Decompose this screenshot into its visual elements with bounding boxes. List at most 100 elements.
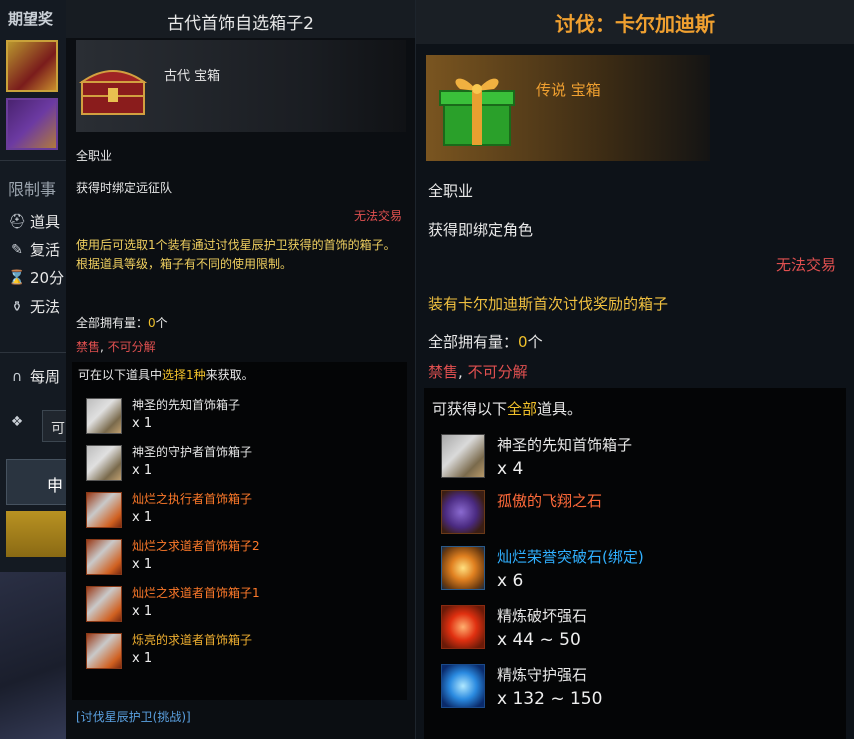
magnet-icon: ∩ (11, 368, 23, 385)
class-requirement: 全职业 (428, 182, 474, 200)
heading-highlight: 全部 (507, 400, 538, 418)
reward-slot-2[interactable] (6, 98, 58, 150)
item-quantity: x 44 ~ 50 (497, 630, 581, 650)
item-quantity: x 1 (132, 463, 153, 478)
list-item[interactable]: 神圣的先知首饰箱子 x 1 (86, 396, 396, 436)
list-item[interactable]: 神圣的守护者首饰箱子 x 1 (86, 443, 396, 483)
list-item[interactable]: 灿烂之求道者首饰箱子1 x 1 (86, 584, 396, 624)
item-banner: 古代 宝箱 (76, 40, 406, 132)
chest-icon (86, 445, 122, 481)
untradable-label: 无法交易 (775, 256, 836, 274)
item-quantity: x 4 (497, 459, 524, 479)
owned-number: 0 (518, 333, 528, 351)
list-item[interactable]: 灿烂荣誉突破石(绑定) x 6 (441, 546, 831, 596)
hourglass-icon: ⌛ (8, 269, 26, 286)
list-item[interactable]: 灿烂之执行者首饰箱子 x 1 (86, 490, 396, 530)
helmet-icon: ⛑ (8, 213, 26, 230)
item-name: 烁亮的求道者首饰箱子 (132, 633, 253, 647)
item-name: 精炼守护强石 (497, 666, 588, 684)
restriction-row-3: ⌛ 20分 (8, 267, 64, 288)
item-name: 孤傲的飞翔之石 (497, 492, 603, 510)
owned-number: 0 (148, 316, 156, 330)
description-line: 根据道具等级，箱子有不同的使用限制。 (76, 257, 293, 271)
item-name: 灿烂之执行者首饰箱子 (132, 492, 253, 506)
heading-text: 可获得以下 (432, 400, 508, 418)
apply-button[interactable]: 申 (6, 459, 70, 505)
list-item[interactable]: 灿烂之求道者首饰箱子2 x 1 (86, 537, 396, 577)
heading-text: 来获取。 (205, 368, 254, 382)
owned-count: 全部拥有量：0个 (76, 314, 168, 331)
item-quantity: x 1 (132, 604, 153, 619)
ban-separator: , (458, 363, 463, 381)
reward-list: 可获得以下全部道具。 神圣的先知首饰箱子 x 4 孤傲的飞翔之石 灿烂荣誉突破石… (424, 388, 846, 739)
list-item[interactable]: 烁亮的求道者首饰箱子 x 1 (86, 631, 396, 671)
restriction-row-2: ✎ 复活 (8, 239, 60, 260)
crystal-icon: ❖ (10, 414, 24, 430)
item-name: 灿烂荣誉突破石(绑定) (497, 548, 644, 566)
panel-title: 期望奖 (8, 10, 54, 28)
background-scenery (0, 572, 70, 739)
ban-disassemble: 不可分解 (467, 363, 528, 381)
restriction-label: 每周 (30, 368, 61, 386)
restriction-label: 无法 (30, 298, 61, 316)
item-quantity: x 132 ~ 150 (497, 689, 603, 709)
breakthrough-stone-icon (441, 546, 485, 590)
item-title: 古代首饰自选箱子2 (167, 14, 314, 34)
owned-unit: 个 (527, 333, 543, 351)
ban-disassemble: 不可分解 (107, 340, 156, 354)
divider (0, 352, 70, 353)
ban-separator: , (100, 340, 104, 354)
chest-icon (86, 633, 122, 669)
tooltip-header: 讨伐：卡尔加迪斯 (416, 0, 854, 44)
item-banner: 传说 宝箱 (426, 55, 710, 161)
owned-unit: 个 (155, 316, 168, 330)
divider (0, 160, 70, 161)
description-line: 使用后可选取1个装有通过讨伐星辰护卫获得的首饰的箱子。 (76, 238, 396, 252)
item-name: 神圣的先知首饰箱子 (132, 398, 241, 412)
item-quantity: x 1 (132, 510, 153, 525)
heading-highlight: 选择1种 (162, 368, 206, 382)
reward-list-heading: 可在以下道具中选择1种来获取。 (78, 366, 254, 383)
item-name: 灿烂之求道者首饰箱子2 (132, 539, 260, 553)
restriction-label: 道具 (30, 213, 61, 231)
restriction-row-5: ∩ 每周 (8, 366, 60, 387)
chest-icon (86, 492, 122, 528)
list-item[interactable]: 神圣的先知首饰箱子 x 4 (441, 434, 831, 484)
chest-icon (86, 539, 122, 575)
bind-info: 获得即绑定角色 (428, 221, 534, 239)
heading-text: 道具。 (537, 400, 583, 418)
restriction-label: 20分 (30, 269, 65, 287)
untradable-label: 无法交易 (353, 209, 402, 223)
section-title: 限制事 (8, 180, 57, 199)
class-requirement: 全职业 (76, 149, 113, 163)
source-link[interactable]: [讨伐星辰护卫(挑战)] (76, 708, 191, 725)
chest-icon (86, 398, 122, 434)
item-name: 灿烂之求道者首饰箱子1 (132, 586, 260, 600)
guardian-stone-icon (441, 664, 485, 708)
list-item[interactable]: 精炼破坏强石 x 44 ~ 50 (441, 605, 831, 655)
restrictions: 禁售, 不可分解 (76, 338, 156, 355)
ban-sell: 禁售 (76, 340, 101, 354)
item-title: 讨伐：卡尔加迪斯 (555, 12, 715, 36)
reward-slot-1[interactable] (6, 40, 58, 92)
heading-text: 可在以下道具中 (78, 368, 163, 382)
destruction-stone-icon (441, 605, 485, 649)
restriction-label: 复活 (30, 241, 61, 259)
potion-icon: ⚱ (11, 298, 23, 315)
item-name: 神圣的先知首饰箱子 (497, 436, 633, 454)
list-item[interactable]: 精炼守护强石 x 132 ~ 150 (441, 664, 831, 714)
crystal-icon-row: ❖ (8, 414, 26, 430)
owned-label: 全部拥有量： (428, 333, 519, 351)
confirm-button[interactable] (6, 511, 70, 557)
chest-icon (86, 586, 122, 622)
item-quantity: x 1 (132, 557, 153, 572)
chest-icon (441, 434, 485, 478)
restrictions: 禁售, 不可分解 (428, 361, 528, 382)
restriction-row-1: ⛑ 道具 (8, 211, 60, 232)
list-item[interactable]: 孤傲的飞翔之石 (441, 490, 831, 540)
item-tooltip-kargadis-box: 讨伐：卡尔加迪斯 传说 宝箱 全职业 获得即绑定角色 无法交易 装有卡尔加迪斯首… (416, 0, 854, 739)
ban-sell: 禁售 (428, 363, 459, 381)
background-panel: 期望奖 限制事 ⛑ 道具 ✎ 复活 ⌛ 20分 ⚱ 无法 ∩ 每周 ❖ 可 申 (0, 0, 70, 739)
bind-info: 获得时绑定远征队 (76, 181, 173, 195)
chest-icon (78, 70, 148, 115)
